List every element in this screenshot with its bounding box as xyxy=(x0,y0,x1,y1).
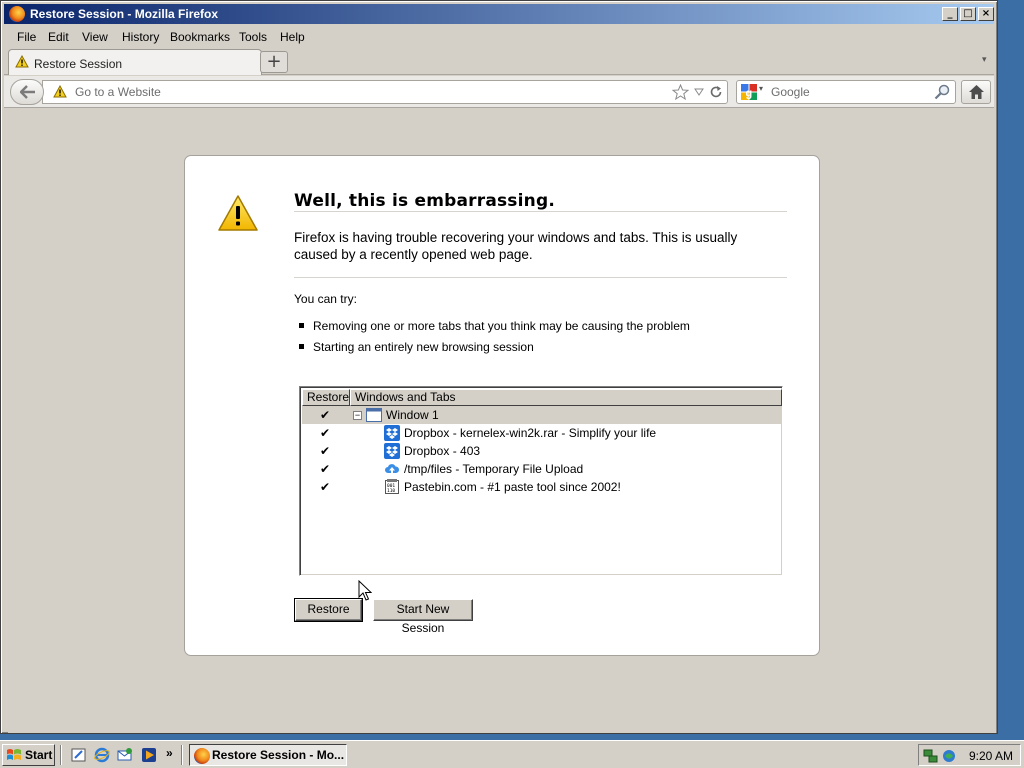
pastebin-icon: 001 110 xyxy=(385,479,399,494)
tree-row-label: /tmp/files - Temporary File Upload xyxy=(404,462,584,476)
menu-edit[interactable]: Edit xyxy=(48,30,69,44)
search-input[interactable] xyxy=(771,84,921,100)
menu-bar: File Edit View History Bookmarks Tools H… xyxy=(4,26,994,48)
tree-row-label: Window 1 xyxy=(386,408,439,422)
windows-logo-icon xyxy=(7,749,21,760)
firefox-logo-icon xyxy=(9,6,25,22)
collapse-icon[interactable]: − xyxy=(353,411,362,420)
tab-strip: Restore Session + ▾ xyxy=(4,48,994,75)
window-title: Restore Session - Mozilla Firefox xyxy=(30,7,219,21)
title-divider xyxy=(294,211,787,212)
tree-row-window[interactable]: ✔ − Window 1 xyxy=(302,406,782,424)
reload-icon[interactable] xyxy=(709,85,723,99)
maximize-button[interactable]: □ xyxy=(960,7,976,21)
tab-list-icon[interactable]: ▾ xyxy=(982,54,987,65)
home-button[interactable] xyxy=(961,80,991,104)
tree-row-tab[interactable]: ✔ 001 110 Pastebin.com - #1 paste tool s… xyxy=(302,478,782,496)
restore-checkbox[interactable]: ✔ xyxy=(320,442,332,460)
start-label: Start xyxy=(25,748,53,762)
volume-icon[interactable] xyxy=(941,748,957,764)
home-icon xyxy=(969,85,984,99)
restore-checkbox[interactable]: ✔ xyxy=(320,406,332,424)
session-tree[interactable]: Restore Windows and Tabs ✔ − Window 1 ✔ xyxy=(299,386,783,576)
cloud-upload-icon xyxy=(385,464,400,473)
restore-checkbox[interactable]: ✔ xyxy=(320,460,332,478)
system-tray: 9:20 AM xyxy=(918,744,1021,766)
search-bar[interactable]: g ▾ xyxy=(736,80,956,104)
url-input[interactable] xyxy=(75,84,635,100)
taskbar-task-label: Restore Session - Mo... xyxy=(212,748,345,762)
menu-file[interactable]: File xyxy=(17,30,36,44)
description-divider xyxy=(294,277,787,278)
suggestion-item: Starting an entirely new browsing sessio… xyxy=(299,340,534,354)
outlook-express-icon[interactable] xyxy=(117,747,133,763)
svg-text:g: g xyxy=(746,88,753,100)
minimize-button[interactable]: _ xyxy=(942,7,958,21)
restore-checkbox[interactable]: ✔ xyxy=(320,478,332,496)
taskbar: Start » Restore Session - Mo... 9:20 AM xyxy=(0,740,1024,768)
engine-dropdown-icon[interactable]: ▾ xyxy=(759,84,763,93)
tab-restore-session[interactable]: Restore Session xyxy=(8,49,262,75)
menu-bookmarks[interactable]: Bookmarks xyxy=(170,30,230,44)
restore-button[interactable]: Restore xyxy=(294,598,363,622)
mouse-cursor-icon xyxy=(358,580,372,601)
tree-header: Restore Windows and Tabs xyxy=(302,389,782,406)
back-button[interactable] xyxy=(10,79,44,105)
tree-row-tab[interactable]: ✔ Dropbox - kernelex-win2k.rar - Simplif… xyxy=(302,424,782,442)
tab-label: Restore Session xyxy=(34,57,123,71)
tree-row-tab[interactable]: ✔ Dropbox - 403 xyxy=(302,442,782,460)
session-restore-panel: Well, this is embarrassing. Firefox is h… xyxy=(184,155,820,656)
tree-row-label: Dropbox - 403 xyxy=(404,444,481,458)
tree-row-label: Pastebin.com - #1 paste tool since 2002! xyxy=(404,480,621,494)
tree-row-tab[interactable]: ✔ /tmp/files - Temporary File Upload xyxy=(302,460,782,478)
clock: 9:20 AM xyxy=(969,749,1014,763)
svg-text:110: 110 xyxy=(387,488,395,494)
navigation-bar: g ▾ xyxy=(4,76,994,108)
taskbar-divider xyxy=(60,745,62,765)
dropbox-icon xyxy=(384,443,400,459)
warning-icon xyxy=(218,195,258,231)
page-title: Well, this is embarrassing. xyxy=(294,191,555,211)
taskbar-divider xyxy=(181,745,183,765)
start-new-session-button[interactable]: Start New Session xyxy=(373,599,473,635)
close-window-button[interactable]: × xyxy=(978,7,994,21)
title-bar[interactable]: Restore Session - Mozilla Firefox _ □ × xyxy=(4,4,994,24)
you-can-try-label: You can try: xyxy=(294,292,357,306)
search-icon[interactable] xyxy=(934,84,950,100)
quicklaunch-more-button[interactable]: » xyxy=(166,746,173,760)
back-arrow-icon xyxy=(20,85,35,99)
history-dropdown-icon[interactable] xyxy=(694,88,704,96)
dropbox-icon xyxy=(384,425,400,441)
menu-tools[interactable]: Tools xyxy=(239,30,267,44)
error-description: Firefox is having trouble recovering you… xyxy=(294,230,738,262)
start-button[interactable]: Start xyxy=(2,744,55,766)
menu-history[interactable]: History xyxy=(122,30,159,44)
suggestion-item: Removing one or more tabs that you think… xyxy=(299,319,690,333)
tree-row-label: Dropbox - kernelex-win2k.rar - Simplify … xyxy=(404,426,657,440)
url-bar[interactable] xyxy=(42,80,728,104)
column-restore[interactable]: Restore xyxy=(302,389,350,406)
menu-view[interactable]: View xyxy=(82,30,108,44)
new-tab-button[interactable]: + xyxy=(260,51,288,73)
bullet-icon xyxy=(299,344,304,349)
internet-explorer-icon[interactable] xyxy=(94,747,110,763)
bullet-icon xyxy=(299,323,304,328)
bookmark-star-icon[interactable] xyxy=(672,84,689,100)
restore-checkbox[interactable]: ✔ xyxy=(320,424,332,442)
media-player-icon[interactable] xyxy=(141,747,157,763)
warning-icon xyxy=(53,85,67,98)
firefox-logo-icon xyxy=(194,748,210,764)
network-icon[interactable] xyxy=(923,748,939,764)
show-desktop-icon[interactable] xyxy=(71,747,87,763)
column-windows-and-tabs[interactable]: Windows and Tabs xyxy=(350,389,782,406)
taskbar-firefox-button[interactable]: Restore Session - Mo... xyxy=(189,744,347,766)
menu-help[interactable]: Help xyxy=(280,30,305,44)
warning-icon xyxy=(15,55,29,68)
window-icon xyxy=(366,408,382,422)
google-icon[interactable]: g xyxy=(741,84,757,100)
